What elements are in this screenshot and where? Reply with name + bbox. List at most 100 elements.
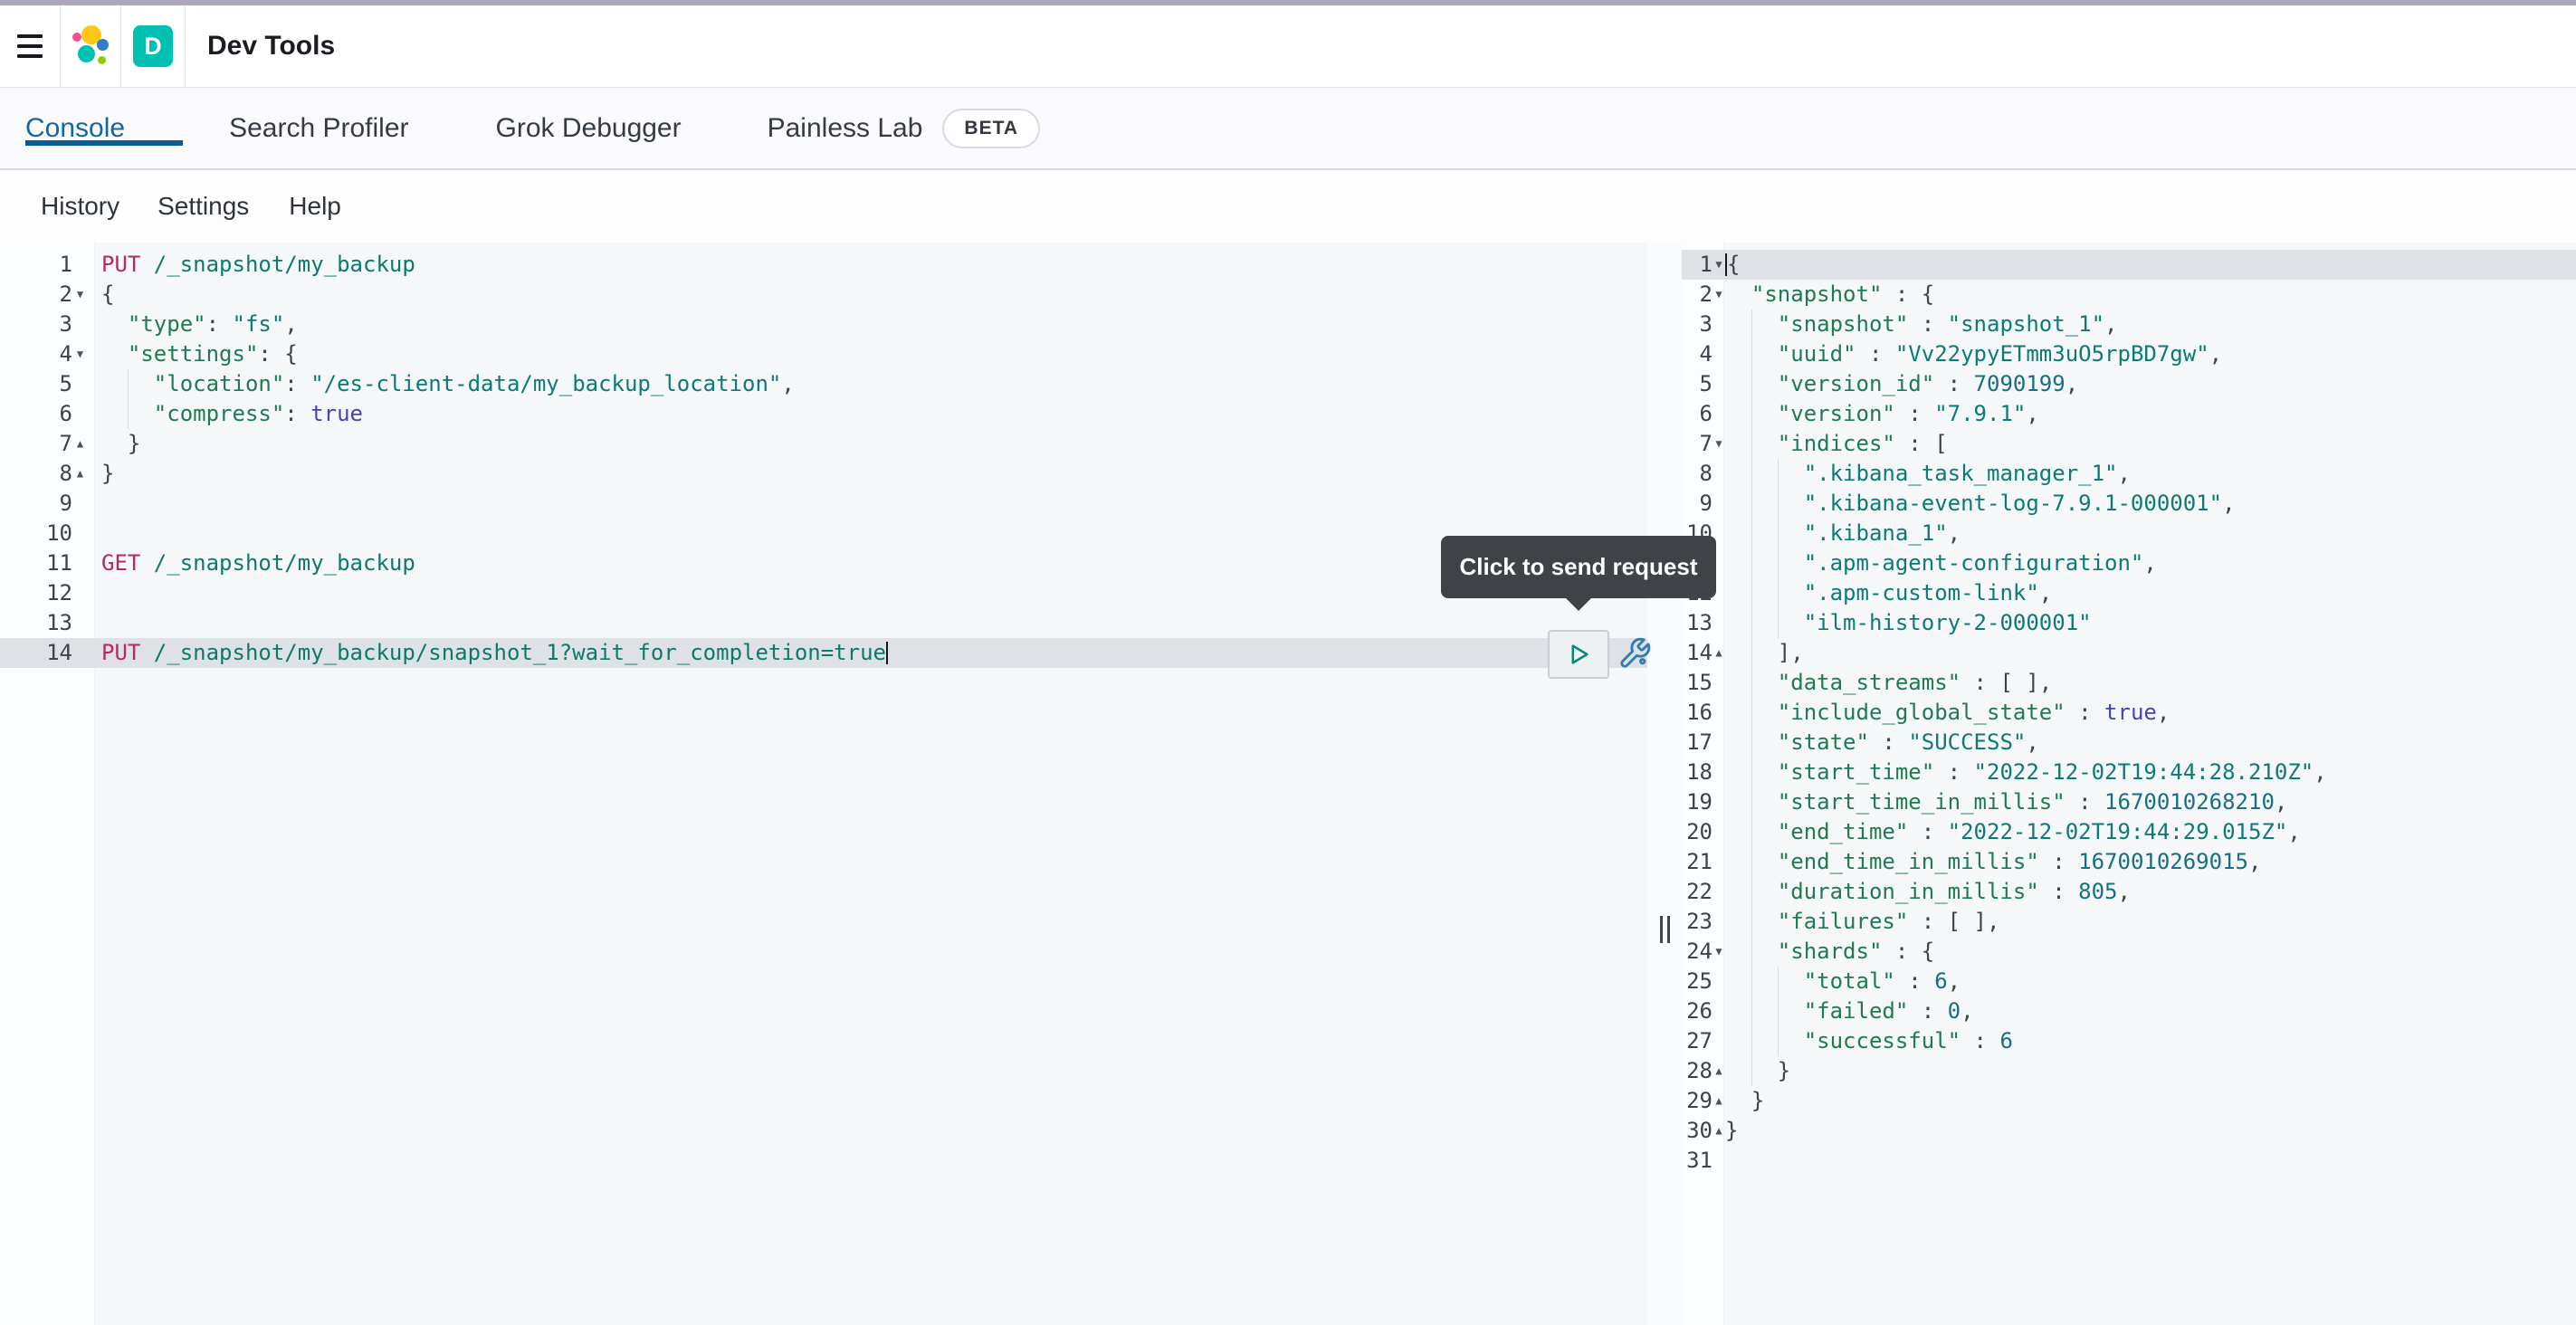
line-number: 19 — [1682, 787, 1713, 817]
code-line[interactable]: 9 ".kibana-event-log-7.9.1-000001", — [1682, 489, 2576, 519]
code-line[interactable]: 6 "compress": true — [0, 399, 1647, 429]
send-request-tooltip: Click to send request — [1441, 536, 1716, 598]
code-line[interactable]: 2▼{ — [0, 280, 1647, 310]
fold-toggle-icon[interactable]: ▼ — [72, 280, 88, 310]
fold-spacer — [72, 310, 88, 339]
code-text: { — [1725, 250, 2576, 280]
fold-toggle-icon[interactable]: ▲ — [1713, 638, 1725, 668]
code-line[interactable]: 26 "failed" : 0, — [1682, 996, 2576, 1026]
fold-spacer — [72, 638, 88, 668]
line-number: 8 — [0, 459, 72, 489]
code-line[interactable]: 24▼ "shards" : { — [1682, 937, 2576, 967]
line-number: 24 — [1682, 937, 1713, 967]
code-line[interactable]: 30▲} — [1682, 1116, 2576, 1146]
code-line[interactable]: 4 "uuid" : "Vv22ypyETmm3uO5rpBD7gw", — [1682, 339, 2576, 369]
code-line[interactable]: 23 "failures" : [ ], — [1682, 907, 2576, 937]
code-line[interactable]: 5 "version_id" : 7090199, — [1682, 369, 2576, 399]
fold-spacer — [1713, 728, 1725, 758]
beta-badge: BETA — [942, 109, 1040, 148]
line-number: 2 — [0, 280, 72, 310]
code-line[interactable]: 20 "end_time" : "2022-12-02T19:44:29.015… — [1682, 817, 2576, 847]
line-number: 30 — [1682, 1116, 1713, 1146]
line-number: 4 — [1682, 339, 1713, 369]
line-number: 31 — [1682, 1146, 1713, 1176]
code-line[interactable]: 22 "duration_in_millis" : 805, — [1682, 877, 2576, 907]
code-text: "end_time_in_millis" : 1670010269015, — [1725, 847, 2576, 877]
fold-toggle-icon[interactable]: ▲ — [1713, 1116, 1725, 1146]
code-line[interactable]: 2▼ "snapshot" : { — [1682, 280, 2576, 310]
code-line[interactable]: 11GET /_snapshot/my_backup — [0, 548, 1647, 578]
panel-resize-handle[interactable] — [1655, 913, 1674, 946]
code-line[interactable]: 1PUT /_snapshot/my_backup — [0, 250, 1647, 280]
code-line[interactable]: 31 — [1682, 1146, 2576, 1176]
code-line[interactable]: 1▼{ — [1682, 250, 2576, 280]
menu-hamburger-icon[interactable] — [0, 5, 60, 87]
code-line[interactable]: 14 PUT /_snapshot/my_backup/snapshot_1?wa… — [0, 638, 1647, 668]
line-number: 9 — [1682, 489, 1713, 519]
response-panel[interactable]: 1▼{2▼ "snapshot" : {3 "snapshot" : "snap… — [1682, 243, 2576, 1325]
code-line[interactable]: 10 ".kibana_1", — [1682, 519, 2576, 548]
code-line[interactable]: 19 "start_time_in_millis" : 167001026821… — [1682, 787, 2576, 817]
code-line[interactable]: 18 "start_time" : "2022-12-02T19:44:28.2… — [1682, 758, 2576, 787]
fold-toggle-icon[interactable]: ▲ — [1713, 1056, 1725, 1086]
request-options-button[interactable] — [1615, 634, 1655, 673]
panel-divider — [1647, 243, 1682, 1325]
tab-painless-lab[interactable]: Painless Lab BETA — [768, 109, 1040, 148]
code-line[interactable]: 3 "type": "fs", — [0, 310, 1647, 339]
code-line[interactable]: 7▼ "indices" : [ — [1682, 429, 2576, 459]
fold-spacer — [1713, 339, 1725, 369]
fold-spacer — [72, 250, 88, 280]
code-line[interactable]: 16 "include_global_state" : true, — [1682, 698, 2576, 728]
code-line[interactable]: 29▲ } — [1682, 1086, 2576, 1116]
menu-item-settings[interactable]: Settings — [157, 192, 249, 221]
space-selector[interactable]: D — [121, 5, 185, 87]
code-line[interactable]: 10 — [0, 519, 1647, 548]
code-line[interactable]: 21 "end_time_in_millis" : 1670010269015, — [1682, 847, 2576, 877]
code-line[interactable]: 11 ".apm-agent-configuration", — [1682, 548, 2576, 578]
code-line[interactable]: 14▲ ], — [1682, 638, 2576, 668]
code-text: ], — [1725, 638, 2576, 668]
code-line[interactable]: 4▼ "settings": { — [0, 339, 1647, 369]
code-line[interactable]: 12 — [0, 578, 1647, 608]
fold-toggle-icon[interactable]: ▼ — [1713, 937, 1725, 967]
line-number: 5 — [1682, 369, 1713, 399]
fold-toggle-icon[interactable]: ▼ — [1713, 280, 1725, 310]
fold-spacer — [72, 399, 88, 429]
fold-toggle-icon[interactable]: ▼ — [1713, 250, 1725, 280]
code-line[interactable]: 5 "location": "/es-client-data/my_backup… — [0, 369, 1647, 399]
code-line[interactable]: 15 "data_streams" : [ ], — [1682, 668, 2576, 698]
code-line[interactable]: 13 — [0, 608, 1647, 638]
line-number: 14 — [0, 638, 72, 668]
code-line[interactable]: 7▲ } — [0, 429, 1647, 459]
line-number: 15 — [1682, 668, 1713, 698]
code-line[interactable]: 25 "total" : 6, — [1682, 967, 2576, 996]
divider — [185, 5, 186, 87]
request-editor[interactable]: 1PUT /_snapshot/my_backup2▼{3 "type": "f… — [0, 243, 1647, 1325]
fold-toggle-icon[interactable]: ▲ — [1713, 1086, 1725, 1116]
code-line[interactable]: 6 "version" : "7.9.1", — [1682, 399, 2576, 429]
code-text: PUT /_snapshot/my_backup/snapshot_1?wait… — [88, 638, 1647, 668]
code-line[interactable]: 8▲} — [0, 459, 1647, 489]
send-request-button[interactable] — [1548, 630, 1609, 679]
code-line[interactable]: 13 "ilm-history-2-000001" — [1682, 608, 2576, 638]
code-line[interactable]: 17 "state" : "SUCCESS", — [1682, 728, 2576, 758]
elastic-logo[interactable] — [61, 5, 120, 87]
fold-toggle-icon[interactable]: ▲ — [72, 459, 88, 489]
fold-toggle-icon[interactable]: ▲ — [72, 429, 88, 459]
menu-item-help[interactable]: Help — [289, 192, 341, 221]
tab-search-profiler[interactable]: Search Profiler — [229, 113, 408, 144]
tab-grok-debugger[interactable]: Grok Debugger — [496, 113, 682, 144]
code-line[interactable]: 8 ".kibana_task_manager_1", — [1682, 459, 2576, 489]
line-number: 2 — [1682, 280, 1713, 310]
fold-toggle-icon[interactable]: ▼ — [1713, 429, 1725, 459]
tab-console[interactable]: Console — [25, 113, 125, 144]
code-line[interactable]: 12 ".apm-custom-link", — [1682, 578, 2576, 608]
code-line[interactable]: 9 — [0, 489, 1647, 519]
menu-item-history[interactable]: History — [41, 192, 119, 221]
fold-spacer — [72, 608, 88, 638]
fold-toggle-icon[interactable]: ▼ — [72, 339, 88, 369]
code-line[interactable]: 27 "successful" : 6 — [1682, 1026, 2576, 1056]
line-number: 20 — [1682, 817, 1713, 847]
code-line[interactable]: 28▲ } — [1682, 1056, 2576, 1086]
code-line[interactable]: 3 "snapshot" : "snapshot_1", — [1682, 310, 2576, 339]
